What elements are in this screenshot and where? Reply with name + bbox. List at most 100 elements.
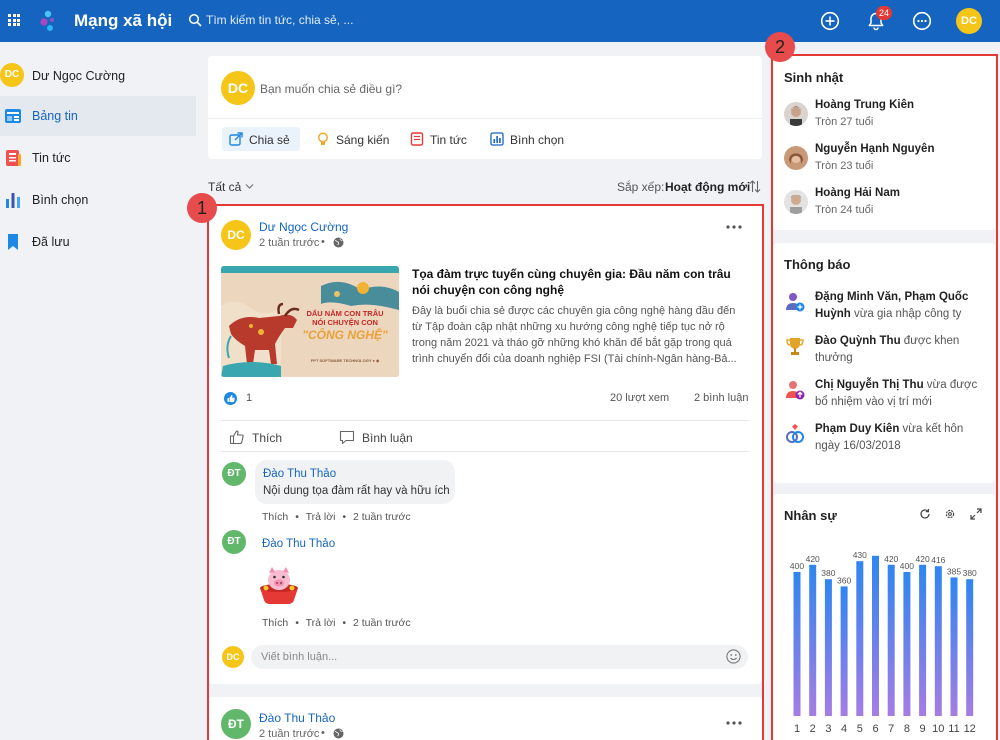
chart-data-label: 385	[947, 566, 961, 576]
birthday-item[interactable]: Hoàng Trung Kiên Tròn 27 tuổi	[784, 99, 984, 137]
chart-bar[interactable]	[887, 564, 895, 716]
chart-bar[interactable]	[824, 579, 832, 716]
notifications-widget: Thông báo Đặng Minh Văn, Phạm Quốc Huỳnh…	[773, 243, 995, 483]
apps-grid-icon[interactable]	[8, 14, 20, 26]
post-author[interactable]: Đào Thu Thảo	[259, 711, 335, 725]
search-input[interactable]	[206, 8, 436, 32]
notice-item[interactable]: Đào Quỳnh Thu được khen thưởng	[784, 333, 989, 373]
news-icon	[6, 150, 21, 166]
chart-x-tick-label: 7	[888, 723, 894, 735]
comment-reply-link[interactable]: Trả lời	[306, 511, 336, 523]
comment-button[interactable]: Bình luận	[339, 428, 419, 448]
chart-title: Nhân sự	[784, 508, 837, 523]
comment-time: 2 tuần trước	[352, 511, 411, 523]
comment-author[interactable]: Đào Thu Thảo	[262, 538, 335, 550]
chart-bar[interactable]	[950, 577, 958, 716]
chart-data-label: 420	[916, 554, 930, 564]
avatar: DC	[0, 63, 24, 87]
sidebar-user-name: Dư Ngọc Cường	[32, 69, 126, 83]
article-thumbnail[interactable]: DẤU NĂM CON TRÂU NÓI CHUYỆN CON "CÔNG NG…	[221, 266, 399, 377]
like-button[interactable]: Thích	[229, 428, 289, 448]
chart-bar[interactable]	[919, 564, 927, 716]
birthday-item[interactable]: Nguyễn Hạnh Nguyên Tròn 23 tuổi	[784, 143, 984, 181]
birthday-name: Hoàng Trung Kiên	[815, 99, 915, 111]
comment-text: Nội dung tọa đàm rất hay và hữu ích	[263, 485, 450, 497]
avatar[interactable]: ĐT	[222, 530, 246, 554]
birthday-age: Tròn 27 tuổi	[815, 116, 874, 128]
more-options-icon[interactable]	[724, 223, 744, 231]
avatar[interactable]: DC	[221, 220, 251, 250]
expand-icon[interactable]	[970, 508, 982, 520]
sort-icon[interactable]	[749, 180, 761, 193]
staff-bar-chart: 400 1 420 2 380 3 360 4 430 5 6 420 7 400 8 420 9 416 10 38…	[790, 550, 977, 735]
sidebar-item-saved[interactable]: Đã lưu	[0, 222, 196, 262]
notice-item[interactable]: Chị Nguyễn Thị Thu vừa được bổ nhiệm vào…	[784, 377, 989, 417]
chart-bar[interactable]	[793, 572, 801, 716]
comment-author[interactable]: Đào Thu Thảo	[263, 468, 336, 480]
notice-item[interactable]: Đặng Minh Văn, Phạm Quốc Huỳnh vừa gia n…	[784, 289, 989, 329]
emoji-icon[interactable]	[726, 649, 741, 664]
comment-input[interactable]	[251, 645, 748, 669]
sidebar-item-label: Bình chọn	[32, 193, 89, 207]
notice-message: vừa gia nhập công ty	[850, 308, 962, 320]
sort-dropdown[interactable]: Hoạt động mới	[665, 180, 750, 194]
post-time: 2 tuần trước	[259, 728, 320, 740]
chart-bar[interactable]	[840, 586, 848, 716]
sort-label: Sắp xếp:	[617, 180, 665, 194]
sidebar-user[interactable]: DC Dư Ngọc Cường	[0, 62, 196, 90]
news-icon	[410, 132, 424, 146]
chart-data-label: 360	[837, 575, 851, 585]
sidebar-item-news[interactable]: Tin tức	[0, 138, 196, 178]
birthday-name: Nguyễn Hạnh Nguyên	[815, 143, 935, 155]
chart-bar[interactable]	[903, 572, 911, 716]
filter-dropdown[interactable]: Tất cả	[208, 180, 241, 194]
chart-bar[interactable]	[809, 564, 817, 716]
avatar[interactable]: ĐT	[222, 462, 246, 486]
chart-bar[interactable]	[934, 566, 942, 716]
notice-text: Phạm Duy Kiên vừa kết hôn ngày 16/03/201…	[815, 421, 987, 455]
annotation-label-2: 2	[765, 32, 795, 62]
wedding-rings-icon	[786, 424, 804, 443]
comment-like-link[interactable]: Thích	[262, 511, 288, 523]
chart-x-tick-label: 9	[920, 723, 926, 735]
birthday-item[interactable]: Hoàng Hải Nam Tròn 24 tuổi	[784, 187, 984, 225]
avatar[interactable]: ĐT	[221, 709, 251, 739]
comment-like-link[interactable]: Thích	[262, 617, 288, 629]
news-button[interactable]: Tin tức	[403, 127, 471, 151]
refresh-icon[interactable]	[919, 508, 931, 520]
notice-person: Đào Quỳnh Thu	[815, 335, 901, 347]
article-title[interactable]: Tọa đàm trực tuyến cùng chuyên gia: Đầu …	[412, 266, 738, 298]
like-count[interactable]: 1	[246, 392, 252, 404]
separator-dot: •	[342, 617, 347, 629]
poll-button[interactable]: Bình chọn	[483, 127, 567, 151]
notice-item[interactable]: Phạm Duy Kiên vừa kết hôn ngày 16/03/201…	[784, 421, 989, 461]
sidebar-item-polls[interactable]: Bình chọn	[0, 180, 196, 220]
comment-count[interactable]: 2 bình luận	[694, 392, 748, 404]
settings-icon[interactable]	[944, 508, 956, 520]
post-author[interactable]: Dư Ngọc Cường	[259, 220, 348, 234]
chart-data-label: 430	[853, 550, 867, 560]
poll-icon	[6, 193, 20, 208]
chart-bar[interactable]	[856, 561, 864, 716]
comment-reply-link[interactable]: Trả lời	[306, 617, 336, 629]
sidebar-item-newsfeed[interactable]: Bảng tin	[0, 96, 196, 136]
composer-input[interactable]	[260, 80, 730, 98]
more-icon[interactable]	[912, 11, 932, 31]
more-options-icon[interactable]	[724, 719, 744, 727]
article-image-text: FPT SOFTWARE TECHNOLOGY ● ◆	[310, 358, 380, 363]
avatar	[784, 190, 808, 214]
add-icon[interactable]	[820, 11, 840, 31]
app-logo-icon[interactable]	[38, 10, 58, 32]
chart-data-label: 400	[900, 561, 914, 571]
user-avatar[interactable]: DC	[956, 8, 982, 34]
chevron-down-icon[interactable]	[245, 183, 254, 190]
chart-bar[interactable]	[872, 555, 879, 716]
idea-button[interactable]: Sáng kiến	[309, 127, 389, 151]
comment-time: 2 tuần trước	[352, 617, 411, 629]
app-title[interactable]: Mạng xã hội	[74, 11, 172, 31]
share-button[interactable]: Chia sẻ	[222, 127, 300, 151]
view-count: 20 lượt xem	[610, 392, 670, 404]
article-image-text: "CÔNG NGHỆ"	[302, 328, 388, 342]
comment-icon	[339, 430, 355, 445]
chart-bar[interactable]	[966, 579, 974, 716]
